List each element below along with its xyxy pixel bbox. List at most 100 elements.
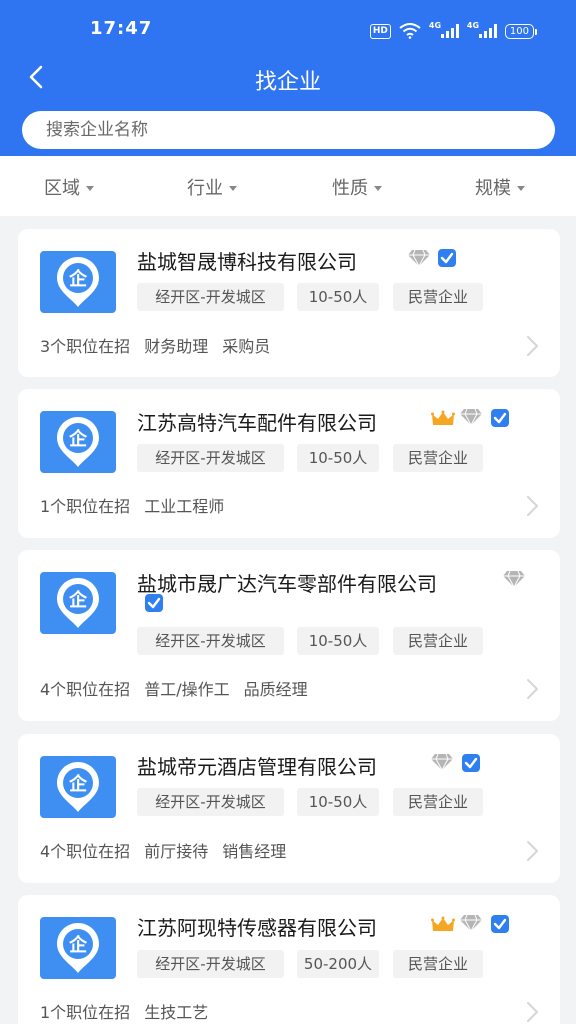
company-logo: 企 xyxy=(40,756,116,818)
diamond-icon xyxy=(430,753,454,775)
chevron-right-icon xyxy=(524,1000,540,1024)
jobs-count: 4个职位在招 xyxy=(40,680,131,699)
diamond-icon xyxy=(459,408,483,430)
company-tag: 民营企业 xyxy=(393,950,483,978)
building-pin-icon: 企 xyxy=(57,923,99,973)
company-tag: 经开区-开发城区 xyxy=(137,444,284,472)
diamond-icon xyxy=(459,914,483,936)
logo-char: 企 xyxy=(68,428,88,450)
filter-label: 规模 xyxy=(475,178,511,199)
company-card[interactable]: 企 盐城帝元酒店管理有限公司经开区-开发城区 10-50人 民营企业 4个职位在招 前厅接… xyxy=(18,734,560,883)
status-time: 17:47 xyxy=(90,18,153,39)
search-input[interactable] xyxy=(22,111,555,149)
company-tag: 10-50人 xyxy=(297,444,379,472)
jobs-count: 4个职位在招 xyxy=(40,842,131,861)
logo-char: 企 xyxy=(68,773,88,795)
verified-icon xyxy=(461,753,481,777)
verified-icon xyxy=(490,914,510,938)
filter-scale[interactable]: 规模 xyxy=(475,174,525,200)
company-tag: 民营企业 xyxy=(393,627,483,655)
filter-nature[interactable]: 性质 xyxy=(332,174,382,200)
jobs-count: 3个职位在招 xyxy=(40,337,131,356)
jobs-line: 1个职位在招 生技工艺 xyxy=(40,999,222,1023)
logo-char: 企 xyxy=(68,268,88,290)
status-icons: HD 4G 4G 100 xyxy=(369,20,538,42)
building-pin-icon: 企 xyxy=(57,762,99,812)
company-logo: 企 xyxy=(40,917,116,979)
company-tag: 民营企业 xyxy=(393,283,483,311)
caret-down-icon xyxy=(229,186,237,191)
position-label: 销售经理 xyxy=(222,842,287,861)
wifi-icon xyxy=(399,23,421,39)
company-logo: 企 xyxy=(40,411,116,473)
verified-icon xyxy=(437,248,457,272)
company-name: 盐城帝元酒店管理有限公司 xyxy=(137,755,377,779)
nav-bar: 找企业 xyxy=(0,56,576,100)
jobs-line: 1个职位在招 工业工程师 xyxy=(40,493,238,517)
company-tag: 10-50人 xyxy=(297,627,379,655)
diamond-icon xyxy=(502,570,526,592)
company-tag: 经开区-开发城区 xyxy=(137,788,284,816)
chevron-right-icon xyxy=(524,677,540,701)
company-logo: 企 xyxy=(40,572,116,634)
jobs-count: 1个职位在招 xyxy=(40,1003,131,1022)
status-bar: 17:47 HD 4G 4G 100 xyxy=(0,0,576,60)
crown-icon xyxy=(431,916,455,938)
jobs-line: 4个职位在招 普工/操作工 品质经理 xyxy=(40,676,322,700)
company-name: 盐城市晟广达汽车零部件有限公司 xyxy=(137,572,437,596)
company-tag: 经开区-开发城区 xyxy=(137,627,284,655)
company-tag: 经开区-开发城区 xyxy=(137,950,284,978)
position-label: 财务助理 xyxy=(144,337,209,356)
position-label: 工业工程师 xyxy=(144,497,225,516)
position-label: 采购员 xyxy=(222,337,271,356)
company-tag: 经开区-开发城区 xyxy=(137,283,284,311)
position-label: 普工/操作工 xyxy=(144,680,230,699)
company-name: 江苏高特汽车配件有限公司 xyxy=(137,411,377,435)
filter-label: 性质 xyxy=(332,178,368,199)
caret-down-icon xyxy=(86,186,94,191)
battery-icon: 100 xyxy=(504,23,538,39)
chevron-right-icon xyxy=(524,494,540,518)
verified-icon xyxy=(144,593,164,617)
caret-down-icon xyxy=(517,186,525,191)
position-label: 生技工艺 xyxy=(144,1003,209,1022)
diamond-icon xyxy=(407,249,431,271)
company-logo: 企 xyxy=(40,251,116,313)
search-box[interactable] xyxy=(22,111,555,149)
building-pin-icon: 企 xyxy=(57,257,99,307)
verified-icon xyxy=(490,408,510,432)
company-tag: 10-50人 xyxy=(297,283,379,311)
header: 17:47 HD 4G 4G 100 找企业 搜索企业名称 xyxy=(0,0,576,156)
position-label: 品质经理 xyxy=(243,680,308,699)
crown-icon xyxy=(431,410,455,432)
company-card[interactable]: 企 盐城市晟广达汽车零部件有限公司经开区-开发城区 10-50人 民营企业 4个职位在招… xyxy=(18,550,560,721)
company-tag: 民营企业 xyxy=(393,788,483,816)
logo-char: 企 xyxy=(68,589,88,611)
caret-down-icon xyxy=(374,186,382,191)
logo-char: 企 xyxy=(68,934,88,956)
filter-label: 区域 xyxy=(44,178,80,199)
company-name: 江苏阿现特传感器有限公司 xyxy=(137,916,377,940)
signal-icon-1: 4G xyxy=(429,21,459,38)
company-name: 盐城智晟博科技有限公司 xyxy=(137,250,357,274)
jobs-line: 4个职位在招 前厅接待 销售经理 xyxy=(40,838,300,862)
signal-icon-2: 4G xyxy=(467,21,497,38)
chevron-right-icon xyxy=(524,334,540,358)
company-card[interactable]: 企 江苏阿现特传感器有限公司经开区-开发城区 50-200人 民营企业 1个职位在招 生技… xyxy=(18,895,560,1024)
page-title: 找企业 xyxy=(254,70,321,95)
company-card[interactable]: 企 江苏高特汽车配件有限公司经开区-开发城区 10-50人 民营企业 1个职位在招 工业工… xyxy=(18,389,560,538)
jobs-count: 1个职位在招 xyxy=(40,497,131,516)
filter-industry[interactable]: 行业 xyxy=(187,174,237,200)
hd-icon: HD xyxy=(369,23,391,39)
company-tag: 50-200人 xyxy=(297,950,379,978)
position-label: 前厅接待 xyxy=(144,842,209,861)
filter-label: 行业 xyxy=(187,178,223,199)
filter-bar: 区域 行业 性质 规模 xyxy=(0,156,576,216)
building-pin-icon: 企 xyxy=(57,417,99,467)
company-tag: 10-50人 xyxy=(297,788,379,816)
jobs-line: 3个职位在招 财务助理 采购员 xyxy=(40,333,284,357)
company-tag: 民营企业 xyxy=(393,444,483,472)
company-card[interactable]: 企 盐城智晟博科技有限公司经开区-开发城区 10-50人 民营企业 3个职位在招 财务助理… xyxy=(18,229,560,377)
building-pin-icon: 企 xyxy=(57,578,99,628)
filter-region[interactable]: 区域 xyxy=(44,174,94,200)
